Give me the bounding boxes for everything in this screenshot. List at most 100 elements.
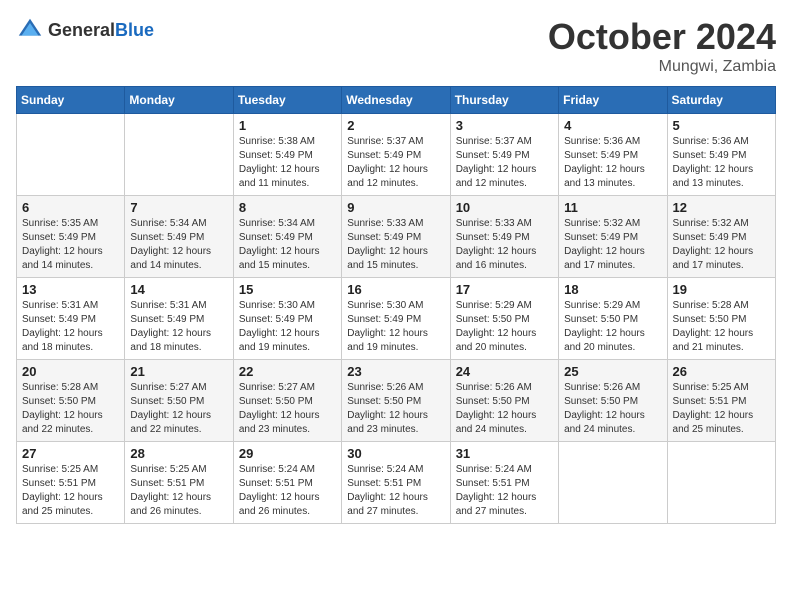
weekday-header: Wednesday	[342, 87, 450, 114]
calendar-cell: 3 Sunrise: 5:37 AMSunset: 5:49 PMDaylight…	[450, 114, 558, 196]
calendar-cell: 10 Sunrise: 5:33 AMSunset: 5:49 PMDayligh…	[450, 196, 558, 278]
day-number: 10	[456, 200, 553, 215]
cell-info: Sunrise: 5:26 AMSunset: 5:50 PMDaylight:…	[456, 381, 553, 437]
calendar-cell: 9 Sunrise: 5:33 AMSunset: 5:49 PMDaylight…	[342, 196, 450, 278]
calendar-cell: 24 Sunrise: 5:26 AMSunset: 5:50 PMDayligh…	[450, 360, 558, 442]
logo: GeneralBlue	[16, 16, 154, 44]
day-number: 11	[564, 200, 661, 215]
cell-info: Sunrise: 5:25 AMSunset: 5:51 PMDaylight:…	[130, 463, 227, 519]
cell-info: Sunrise: 5:36 AMSunset: 5:49 PMDaylight:…	[564, 135, 661, 191]
calendar-cell	[125, 114, 233, 196]
calendar-cell: 7 Sunrise: 5:34 AMSunset: 5:49 PMDaylight…	[125, 196, 233, 278]
day-number: 2	[347, 118, 444, 133]
cell-info: Sunrise: 5:36 AMSunset: 5:49 PMDaylight:…	[673, 135, 770, 191]
day-number: 25	[564, 364, 661, 379]
day-number: 24	[456, 364, 553, 379]
day-number: 30	[347, 446, 444, 461]
cell-info: Sunrise: 5:33 AMSunset: 5:49 PMDaylight:…	[456, 217, 553, 273]
cell-info: Sunrise: 5:30 AMSunset: 5:49 PMDaylight:…	[239, 299, 336, 355]
cell-info: Sunrise: 5:35 AMSunset: 5:49 PMDaylight:…	[22, 217, 119, 273]
day-number: 21	[130, 364, 227, 379]
cell-info: Sunrise: 5:28 AMSunset: 5:50 PMDaylight:…	[22, 381, 119, 437]
calendar-cell: 20Sunrise: 5:28 AMSunset: 5:50 PMDayligh…	[17, 360, 125, 442]
weekday-header: Tuesday	[233, 87, 341, 114]
calendar-week-row: 27Sunrise: 5:25 AMSunset: 5:51 PMDayligh…	[17, 442, 776, 524]
day-number: 16	[347, 282, 444, 297]
logo-text-general: General	[48, 20, 115, 40]
cell-info: Sunrise: 5:28 AMSunset: 5:50 PMDaylight:…	[673, 299, 770, 355]
cell-info: Sunrise: 5:29 AMSunset: 5:50 PMDaylight:…	[564, 299, 661, 355]
calendar-cell	[667, 442, 775, 524]
day-number: 12	[673, 200, 770, 215]
day-number: 6	[22, 200, 119, 215]
calendar-cell: 2 Sunrise: 5:37 AMSunset: 5:49 PMDaylight…	[342, 114, 450, 196]
cell-info: Sunrise: 5:31 AMSunset: 5:49 PMDaylight:…	[130, 299, 227, 355]
day-number: 1	[239, 118, 336, 133]
title-block: October 2024 Mungwi, Zambia	[548, 16, 776, 76]
day-number: 15	[239, 282, 336, 297]
calendar-cell: 11 Sunrise: 5:32 AMSunset: 5:49 PMDayligh…	[559, 196, 667, 278]
day-number: 23	[347, 364, 444, 379]
day-number: 5	[673, 118, 770, 133]
calendar-cell: 16 Sunrise: 5:30 AMSunset: 5:49 PMDayligh…	[342, 278, 450, 360]
calendar-body: 1 Sunrise: 5:38 AMSunset: 5:49 PMDaylight…	[17, 114, 776, 524]
calendar-table: SundayMondayTuesdayWednesdayThursdayFrid…	[16, 86, 776, 524]
calendar-cell: 18 Sunrise: 5:29 AMSunset: 5:50 PMDayligh…	[559, 278, 667, 360]
calendar-cell: 8Sunrise: 5:34 AMSunset: 5:49 PMDaylight…	[233, 196, 341, 278]
calendar-cell: 6 Sunrise: 5:35 AMSunset: 5:49 PMDaylight…	[17, 196, 125, 278]
calendar-cell: 4Sunrise: 5:36 AMSunset: 5:49 PMDaylight…	[559, 114, 667, 196]
calendar-cell: 12 Sunrise: 5:32 AMSunset: 5:49 PMDayligh…	[667, 196, 775, 278]
calendar-week-row: 13 Sunrise: 5:31 AMSunset: 5:49 PMDayligh…	[17, 278, 776, 360]
cell-info: Sunrise: 5:33 AMSunset: 5:49 PMDaylight:…	[347, 217, 444, 273]
month-year: October 2024	[548, 16, 776, 58]
cell-info: Sunrise: 5:37 AMSunset: 5:49 PMDaylight:…	[456, 135, 553, 191]
calendar-cell: 26Sunrise: 5:25 AMSunset: 5:51 PMDayligh…	[667, 360, 775, 442]
day-number: 17	[456, 282, 553, 297]
calendar-cell	[559, 442, 667, 524]
calendar-cell: 15 Sunrise: 5:30 AMSunset: 5:49 PMDayligh…	[233, 278, 341, 360]
day-number: 14	[130, 282, 227, 297]
day-number: 3	[456, 118, 553, 133]
cell-info: Sunrise: 5:24 AMSunset: 5:51 PMDaylight:…	[456, 463, 553, 519]
day-number: 31	[456, 446, 553, 461]
cell-info: Sunrise: 5:34 AMSunset: 5:49 PMDaylight:…	[130, 217, 227, 273]
day-number: 18	[564, 282, 661, 297]
cell-info: Sunrise: 5:26 AMSunset: 5:50 PMDaylight:…	[564, 381, 661, 437]
day-number: 19	[673, 282, 770, 297]
cell-info: Sunrise: 5:24 AMSunset: 5:51 PMDaylight:…	[239, 463, 336, 519]
cell-info: Sunrise: 5:27 AMSunset: 5:50 PMDaylight:…	[130, 381, 227, 437]
cell-info: Sunrise: 5:32 AMSunset: 5:49 PMDaylight:…	[673, 217, 770, 273]
weekday-header: Monday	[125, 87, 233, 114]
calendar-cell: 22Sunrise: 5:27 AMSunset: 5:50 PMDayligh…	[233, 360, 341, 442]
day-number: 13	[22, 282, 119, 297]
day-number: 28	[130, 446, 227, 461]
cell-info: Sunrise: 5:38 AMSunset: 5:49 PMDaylight:…	[239, 135, 336, 191]
weekday-header: Thursday	[450, 87, 558, 114]
calendar-header: SundayMondayTuesdayWednesdayThursdayFrid…	[17, 87, 776, 114]
logo-icon	[16, 16, 44, 44]
cell-info: Sunrise: 5:31 AMSunset: 5:49 PMDaylight:…	[22, 299, 119, 355]
logo-text-blue: Blue	[115, 20, 154, 40]
day-number: 9	[347, 200, 444, 215]
cell-info: Sunrise: 5:32 AMSunset: 5:49 PMDaylight:…	[564, 217, 661, 273]
cell-info: Sunrise: 5:26 AMSunset: 5:50 PMDaylight:…	[347, 381, 444, 437]
cell-info: Sunrise: 5:25 AMSunset: 5:51 PMDaylight:…	[22, 463, 119, 519]
cell-info: Sunrise: 5:30 AMSunset: 5:49 PMDaylight:…	[347, 299, 444, 355]
cell-info: Sunrise: 5:27 AMSunset: 5:50 PMDaylight:…	[239, 381, 336, 437]
weekday-header: Friday	[559, 87, 667, 114]
calendar-cell: 29Sunrise: 5:24 AMSunset: 5:51 PMDayligh…	[233, 442, 341, 524]
calendar-cell: 30Sunrise: 5:24 AMSunset: 5:51 PMDayligh…	[342, 442, 450, 524]
calendar-cell: 31 Sunrise: 5:24 AMSunset: 5:51 PMDayligh…	[450, 442, 558, 524]
calendar-week-row: 6 Sunrise: 5:35 AMSunset: 5:49 PMDaylight…	[17, 196, 776, 278]
calendar-cell: 17 Sunrise: 5:29 AMSunset: 5:50 PMDayligh…	[450, 278, 558, 360]
day-number: 7	[130, 200, 227, 215]
cell-info: Sunrise: 5:37 AMSunset: 5:49 PMDaylight:…	[347, 135, 444, 191]
calendar-cell: 19 Sunrise: 5:28 AMSunset: 5:50 PMDayligh…	[667, 278, 775, 360]
cell-info: Sunrise: 5:29 AMSunset: 5:50 PMDaylight:…	[456, 299, 553, 355]
calendar-cell: 27Sunrise: 5:25 AMSunset: 5:51 PMDayligh…	[17, 442, 125, 524]
calendar-cell	[17, 114, 125, 196]
calendar-cell: 23 Sunrise: 5:26 AMSunset: 5:50 PMDayligh…	[342, 360, 450, 442]
calendar-cell: 1 Sunrise: 5:38 AMSunset: 5:49 PMDaylight…	[233, 114, 341, 196]
calendar-cell: 5 Sunrise: 5:36 AMSunset: 5:49 PMDaylight…	[667, 114, 775, 196]
day-number: 8	[239, 200, 336, 215]
